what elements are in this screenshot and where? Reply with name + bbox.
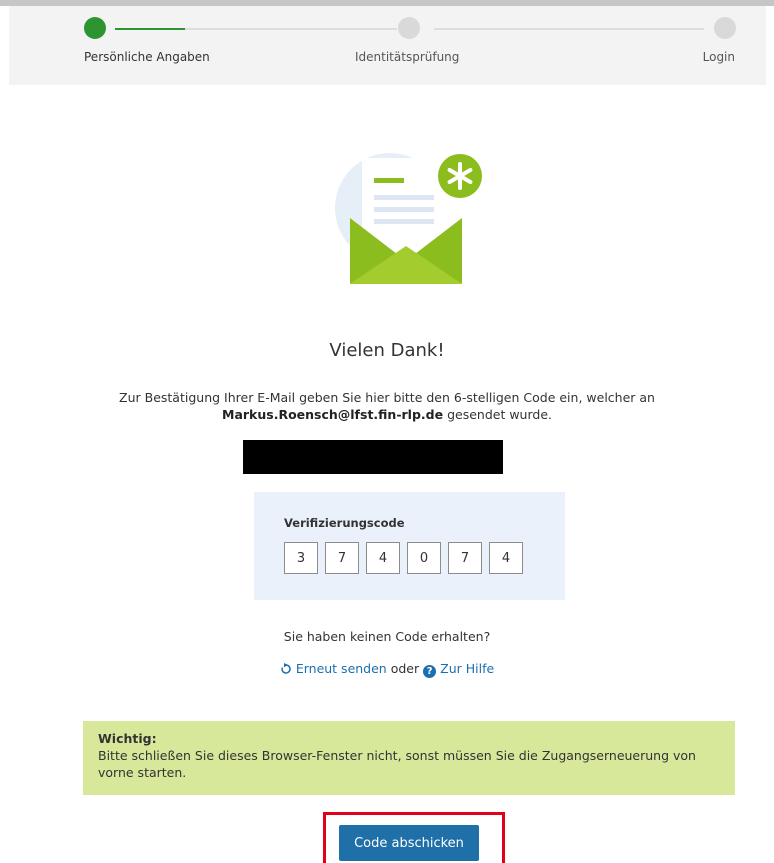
code-digit-input[interactable]: 7 [448,542,482,574]
verification-code-panel: Verifizierungscode 3 7 4 0 7 4 [254,492,565,600]
step-line-pending [185,28,397,30]
verification-code-label: Verifizierungscode [284,516,405,530]
code-digit-input[interactable]: 3 [284,542,318,574]
step-line-pending [434,28,704,30]
step-label-personal-data: Persönliche Angaben [84,50,210,64]
step-dot-active [84,17,106,39]
refresh-icon [280,663,292,678]
question-icon: ? [423,665,437,678]
code-digit-input[interactable]: 0 [407,542,441,574]
code-digit-input[interactable]: 4 [489,542,523,574]
step-label-login: Login [702,50,735,64]
step-dot-inactive [714,17,736,39]
or-text: oder [390,661,420,676]
step-label-identity-check: Identitätsprüfung [355,50,460,64]
help-link[interactable]: ? Zur Hilfe [423,661,495,678]
resend-link[interactable]: Erneut senden [280,661,387,676]
page-title: Vielen Dank! [329,340,445,361]
instruction-text-start: Zur Bestätigung Ihrer E-Mail geben Sie h… [119,390,655,405]
email-envelope-illustration [332,150,484,290]
notice-title: Wichtig: [98,731,157,746]
important-notice: Wichtig: Bitte schließen Sie dieses Brow… [83,721,735,795]
redaction-bar [243,440,503,474]
no-code-text: Sie haben keinen Code erhalten? [283,629,491,644]
help-link-label: Zur Hilfe [440,661,495,676]
submit-code-button[interactable]: Code abschicken [339,825,479,861]
resend-help-links: Erneut senden oder ? Zur Hilfe [0,661,774,678]
instruction-text: Zur Bestätigung Ihrer E-Mail geben Sie h… [100,389,674,423]
email-address: Markus.Roensch@lfst.fin-rlp.de [222,407,444,422]
instruction-text-end: gesendet wurde. [447,407,552,422]
code-digit-input[interactable]: 7 [325,542,359,574]
code-digit-input[interactable]: 4 [366,542,400,574]
progress-stepper: Persönliche Angaben Identitätsprüfung Lo… [9,6,766,85]
step-dot-inactive [398,17,420,39]
verification-code-inputs: 3 7 4 0 7 4 [284,542,523,574]
step-line-completed [115,28,185,30]
notice-text: Bitte schließen Sie dieses Browser-Fenst… [98,748,696,780]
resend-link-label: Erneut senden [295,661,387,676]
